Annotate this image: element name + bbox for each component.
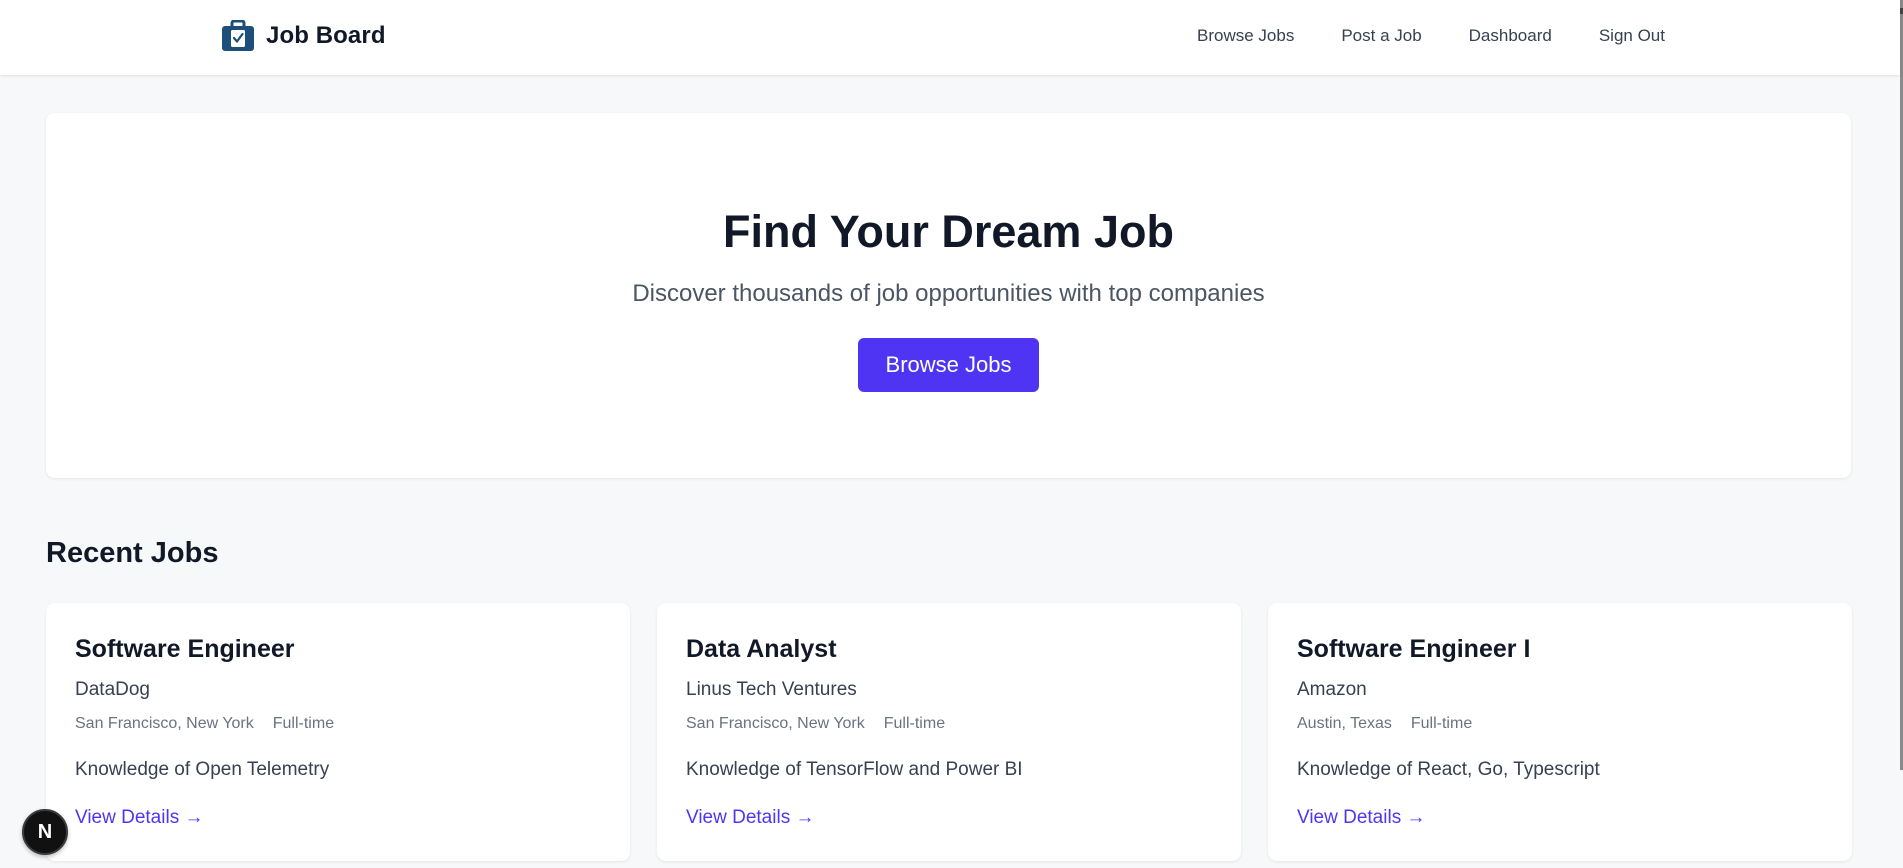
briefcase-check-icon [221, 19, 255, 52]
brand-link[interactable]: Job Board [221, 19, 386, 52]
brand-name: Job Board [266, 22, 386, 49]
job-description: Knowledge of React, Go, Typescript [1297, 759, 1600, 780]
hero-title: Find Your Dream Job [723, 206, 1174, 257]
nav-browse-jobs[interactable]: Browse Jobs [1197, 26, 1294, 46]
hero-subtitle: Discover thousands of job opportunities … [632, 280, 1265, 307]
job-location: San Francisco, New York [75, 715, 254, 732]
view-details-link[interactable]: View Details → [75, 807, 203, 829]
main-nav: Browse Jobs Post a Job Dashboard Sign Ou… [1197, 26, 1665, 46]
browse-jobs-button[interactable]: Browse Jobs [858, 338, 1039, 392]
job-location: San Francisco, New York [686, 715, 865, 732]
view-details-link[interactable]: View Details → [686, 807, 814, 829]
job-description: Knowledge of Open Telemetry [75, 759, 330, 780]
top-navbar: Job Board Browse Jobs Post a Job Dashboa… [0, 0, 1900, 75]
job-type: Full-time [883, 715, 946, 732]
job-company: DataDog [75, 679, 150, 700]
job-company: Amazon [1297, 679, 1367, 700]
job-meta: San Francisco, New York Full-time [686, 715, 945, 733]
job-title: Software Engineer [75, 635, 295, 663]
job-card: Software Engineer I Amazon Austin, Texas… [1268, 603, 1852, 861]
hero-section: Find Your Dream Job Discover thousands o… [46, 113, 1851, 478]
job-meta: San Francisco, New York Full-time [75, 715, 334, 733]
job-card: Software Engineer DataDog San Francisco,… [46, 603, 630, 861]
recent-jobs-heading: Recent Jobs [46, 537, 219, 569]
job-company: Linus Tech Ventures [686, 679, 857, 700]
nav-post-a-job[interactable]: Post a Job [1341, 26, 1421, 46]
job-title: Software Engineer I [1297, 635, 1531, 663]
nav-sign-out[interactable]: Sign Out [1599, 26, 1665, 46]
job-meta: Austin, Texas Full-time [1297, 715, 1472, 733]
nav-dashboard[interactable]: Dashboard [1469, 26, 1552, 46]
job-description: Knowledge of TensorFlow and Power BI [686, 759, 1023, 780]
job-card: Data Analyst Linus Tech Ventures San Fra… [657, 603, 1241, 861]
job-location: Austin, Texas [1297, 715, 1392, 732]
job-type: Full-time [1410, 715, 1473, 732]
dev-tools-badge[interactable]: N [22, 809, 68, 855]
view-details-link[interactable]: View Details → [1297, 807, 1425, 829]
job-title: Data Analyst [686, 635, 837, 663]
job-type: Full-time [272, 715, 335, 732]
